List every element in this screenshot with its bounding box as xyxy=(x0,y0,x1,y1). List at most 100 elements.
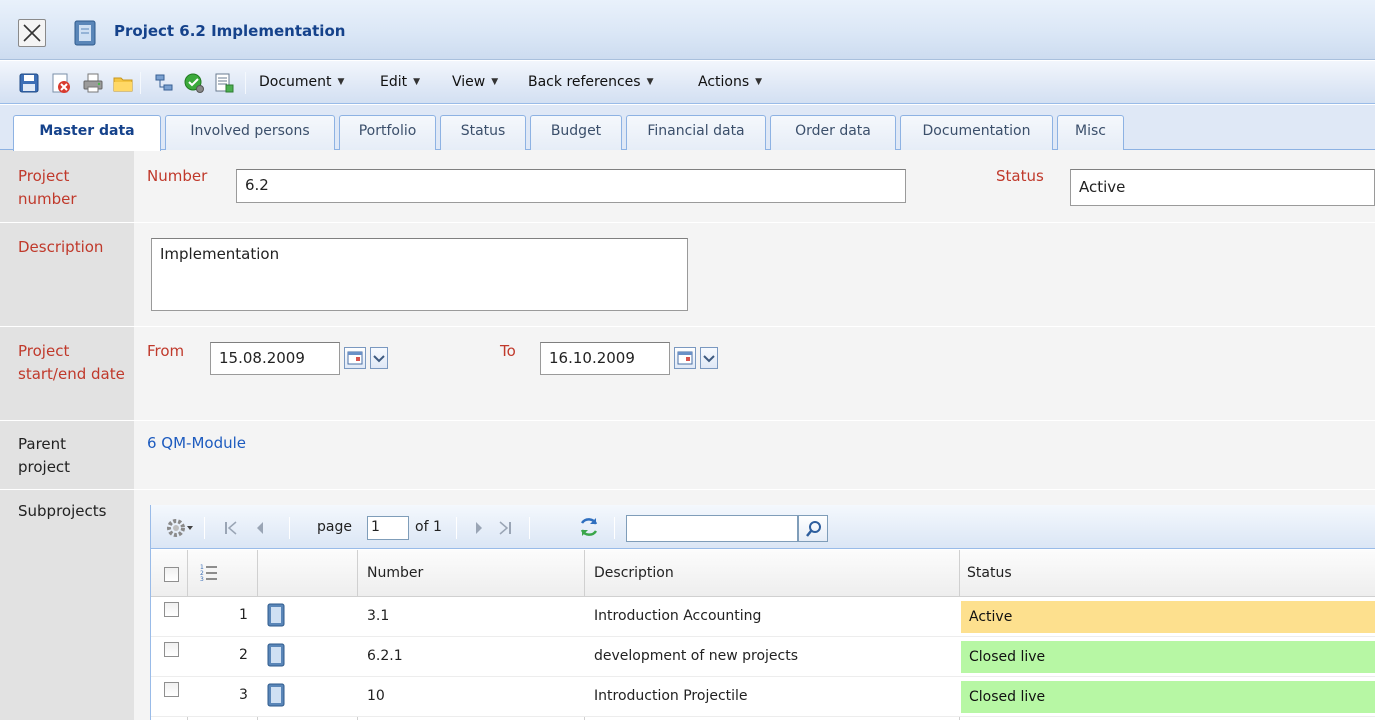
grid-toolbar-separator xyxy=(204,517,205,539)
menu-edit[interactable]: Edit ▼ xyxy=(380,74,420,90)
table-row[interactable]: 2 6.2.1 development of new projects Clos… xyxy=(151,637,1375,677)
row-number: 10 xyxy=(367,688,385,704)
table-row[interactable]: 3 10 Introduction Projectile Closed live xyxy=(151,677,1375,717)
menu-actions-label: Actions xyxy=(698,74,750,90)
menu-document[interactable]: Document ▼ xyxy=(259,74,344,90)
start-date-dropdown-button[interactable] xyxy=(370,347,388,369)
menu-actions[interactable]: Actions ▼ xyxy=(698,74,762,90)
end-date-calendar-button[interactable] xyxy=(674,347,696,369)
tab-involved-persons[interactable]: Involved persons xyxy=(165,115,335,150)
status-field[interactable]: Active xyxy=(1070,169,1375,206)
start-date-input[interactable]: 15.08.2009 xyxy=(210,342,340,375)
menu-back-references[interactable]: Back references ▼ xyxy=(528,74,654,90)
table-row[interactable]: 1 3.1 Introduction Accounting Active xyxy=(151,597,1375,637)
first-page-icon[interactable] xyxy=(224,520,238,536)
hierarchy-icon[interactable] xyxy=(153,72,175,94)
row-description: development of new projects xyxy=(594,648,799,664)
row-status: Closed live xyxy=(961,681,1375,713)
window-title: Project 6.2 Implementation xyxy=(114,22,346,40)
tab-order-data[interactable]: Order data xyxy=(770,115,896,150)
chevron-down-icon: ▼ xyxy=(491,77,499,87)
parent-project-label: Parent project xyxy=(18,435,71,476)
svg-text:3: 3 xyxy=(200,576,204,583)
previous-page-icon[interactable] xyxy=(254,520,266,536)
number-label: Number xyxy=(147,167,208,185)
grid-toolbar-separator xyxy=(289,517,290,539)
search-icon xyxy=(806,521,821,537)
toolbar-separator xyxy=(140,72,141,94)
description-textarea[interactable]: Implementation xyxy=(151,238,688,311)
project-document-icon[interactable] xyxy=(267,603,285,627)
tab-portfolio[interactable]: Portfolio xyxy=(339,115,436,150)
select-all-checkbox[interactable] xyxy=(164,567,179,582)
row-checkbox[interactable] xyxy=(164,602,179,617)
grid-toolbar-separator xyxy=(529,517,530,539)
tab-financial-data[interactable]: Financial data xyxy=(626,115,766,150)
row-status: Closed live xyxy=(961,641,1375,673)
menu-edit-label: Edit xyxy=(380,74,408,90)
column-header-number[interactable]: Number xyxy=(367,565,423,581)
chevron-down-icon xyxy=(373,355,385,363)
row-checkbox[interactable] xyxy=(164,642,179,657)
label-cell xyxy=(0,490,134,720)
check-icon[interactable] xyxy=(183,72,205,94)
description-label: Description xyxy=(18,238,104,256)
close-button[interactable] xyxy=(18,19,46,47)
project-document-icon xyxy=(74,20,96,46)
subprojects-grid: page 1 of 1 1 2 3 Number Description Sta… xyxy=(150,505,1375,720)
grid-toolbar-separator xyxy=(456,517,457,539)
next-page-icon[interactable] xyxy=(473,520,485,536)
grid-search-input[interactable] xyxy=(626,515,798,542)
calendar-icon xyxy=(677,351,693,365)
start-date-calendar-button[interactable] xyxy=(344,347,366,369)
save-icon[interactable] xyxy=(18,72,40,94)
row-index: 3 xyxy=(239,687,248,703)
number-input[interactable]: 6.2 xyxy=(236,169,906,203)
menu-back-references-label: Back references xyxy=(528,74,641,90)
parent-project-link[interactable]: 6 QM-Module xyxy=(147,434,246,452)
tab-master-data[interactable]: Master data xyxy=(13,115,161,151)
row-description: Introduction Accounting xyxy=(594,608,762,624)
row-description: Introduction Projectile xyxy=(594,688,748,704)
tab-documentation[interactable]: Documentation xyxy=(900,115,1053,150)
page-count-label: of 1 xyxy=(415,519,442,535)
menu-view[interactable]: View ▼ xyxy=(452,74,498,90)
row-status: Active xyxy=(961,601,1375,633)
column-header-description[interactable]: Description xyxy=(594,565,674,581)
row-number: 6.2.1 xyxy=(367,648,403,664)
chevron-down-icon: ▼ xyxy=(337,77,345,87)
print-icon[interactable] xyxy=(82,72,104,94)
close-icon xyxy=(23,24,41,42)
grid-toolbar: page 1 of 1 xyxy=(151,505,1375,549)
row-background xyxy=(134,421,1375,489)
grid-search-button[interactable] xyxy=(798,515,828,542)
from-label: From xyxy=(147,342,185,360)
tab-misc[interactable]: Misc xyxy=(1057,115,1124,150)
chevron-down-icon xyxy=(703,355,715,363)
page-label: page xyxy=(317,519,352,535)
chevron-down-icon: ▼ xyxy=(646,77,654,87)
tab-budget[interactable]: Budget xyxy=(530,115,622,150)
project-document-icon[interactable] xyxy=(267,643,285,667)
menu-document-label: Document xyxy=(259,74,332,90)
end-date-dropdown-button[interactable] xyxy=(700,347,718,369)
last-page-icon[interactable] xyxy=(498,520,512,536)
row-number-icon: 1 2 3 xyxy=(200,564,217,583)
report-icon[interactable] xyxy=(213,72,235,94)
end-date-input[interactable]: 16.10.2009 xyxy=(540,342,670,375)
toolbar-separator xyxy=(245,72,246,94)
page-number-input[interactable]: 1 xyxy=(367,516,409,540)
tab-status[interactable]: Status xyxy=(440,115,526,150)
row-index: 1 xyxy=(239,607,248,623)
main-toolbar xyxy=(0,61,1375,104)
project-dates-label: Project start/end date xyxy=(18,342,125,383)
folder-icon[interactable] xyxy=(112,72,134,94)
refresh-icon[interactable] xyxy=(577,515,601,539)
row-number: 3.1 xyxy=(367,608,390,624)
project-document-icon[interactable] xyxy=(267,683,285,707)
grid-toolbar-separator xyxy=(614,517,615,539)
delete-icon[interactable] xyxy=(50,72,72,94)
row-checkbox[interactable] xyxy=(164,682,179,697)
column-header-status[interactable]: Status xyxy=(967,565,1012,581)
settings-gear-icon[interactable] xyxy=(165,517,195,539)
